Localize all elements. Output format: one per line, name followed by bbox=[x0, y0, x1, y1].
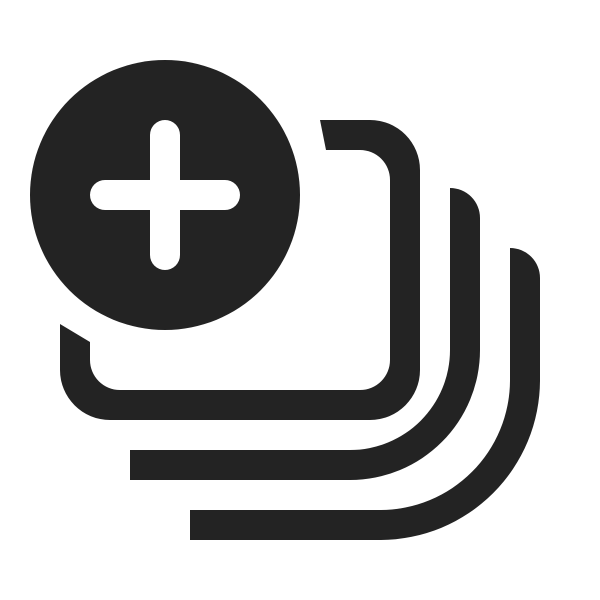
add-stack-icon-svg bbox=[18, 48, 540, 540]
add-stack-icon bbox=[0, 0, 600, 600]
plus-horizontal-stroke bbox=[90, 180, 240, 210]
